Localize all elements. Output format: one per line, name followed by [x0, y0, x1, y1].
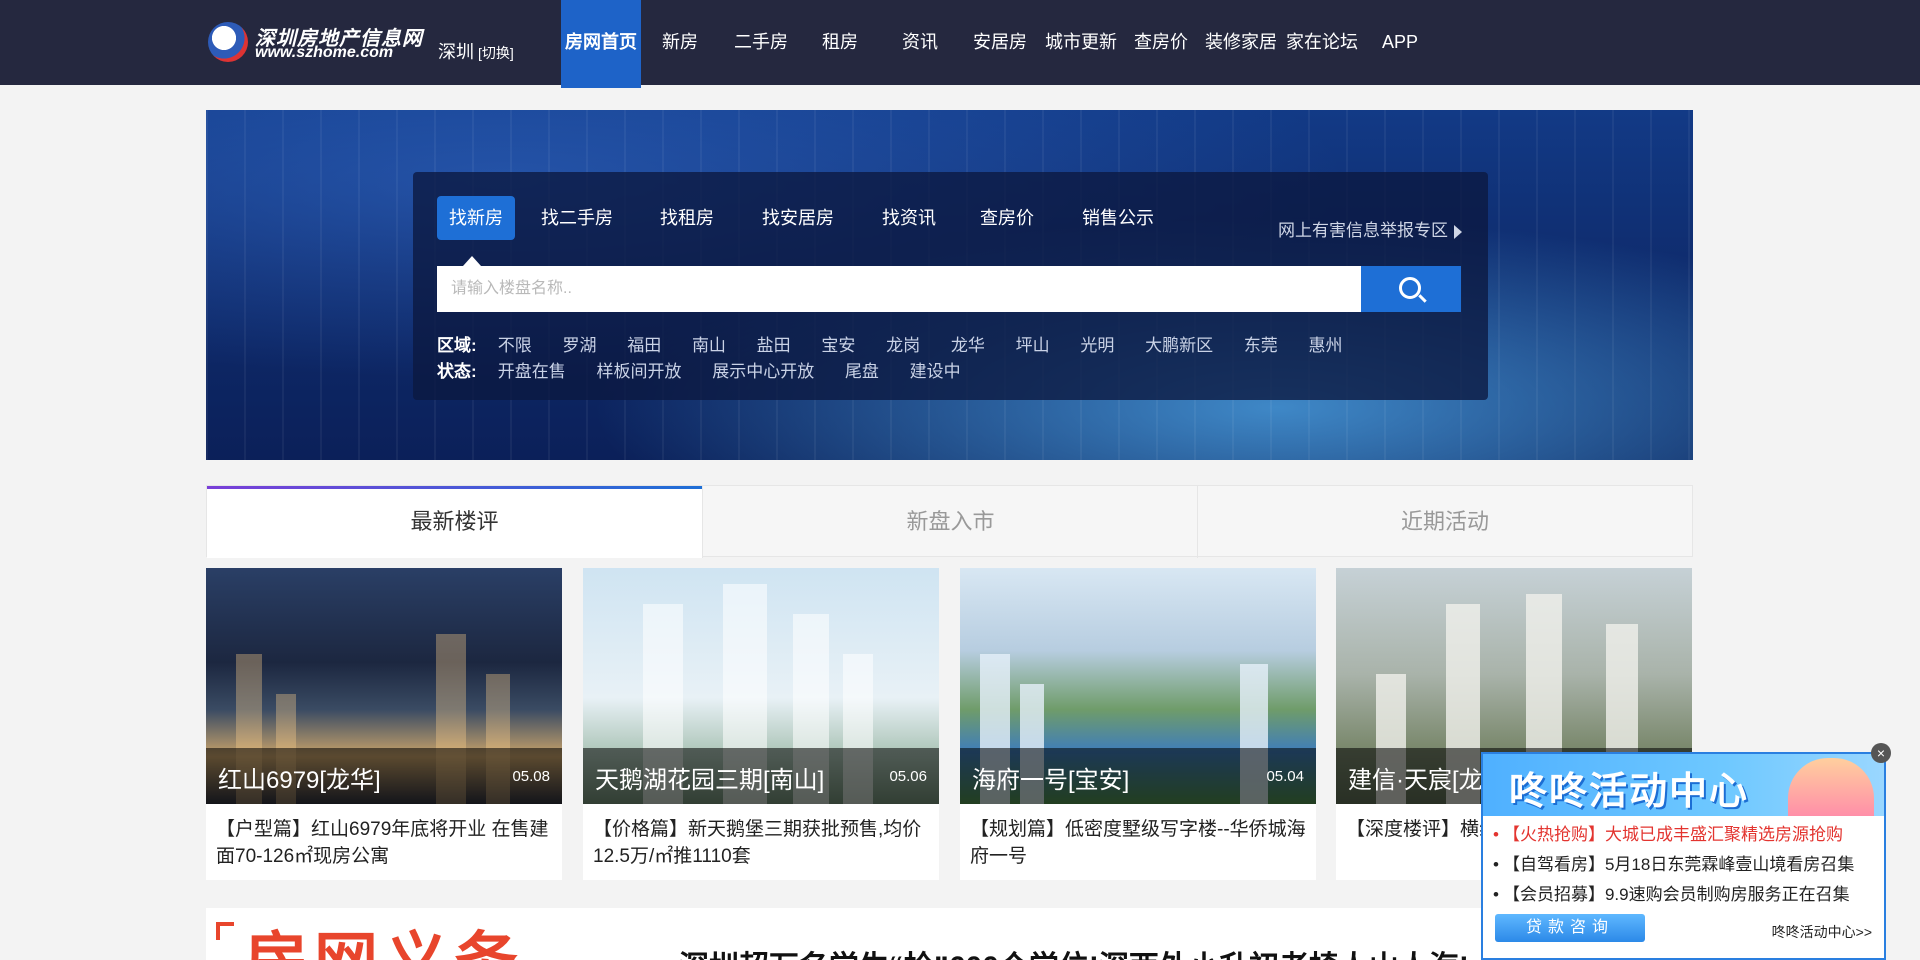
activity-item[interactable]: • 【火热抢购】大城已成丰盛汇聚精选房源抢购: [1493, 820, 1843, 845]
property-photo: 红山6979[龙华] 05.08: [206, 568, 562, 804]
region-futian[interactable]: 福田: [627, 334, 661, 358]
szhome-logo-icon[interactable]: [208, 22, 248, 62]
article-headline[interactable]: 【价格篇】新天鹅堡三期获批预售,均价12.5万/㎡推1110套: [593, 816, 933, 870]
nav-new-homes[interactable]: 新房: [652, 0, 708, 85]
activity-center-popup: 咚咚活动中心 • 【火热抢购】大城已成丰盛汇聚精选房源抢购 • 【自驾看房】5月18…: [1481, 752, 1886, 960]
harmful-info-report-link[interactable]: 网上有害信息举报专区: [1278, 216, 1462, 241]
bullet-icon: •: [1493, 825, 1499, 844]
bullet-icon: •: [1493, 855, 1499, 874]
status-final-units[interactable]: 尾盘: [845, 360, 879, 384]
activity-text: 【自驾看房】5月18日东莞霖峰壹山境看房召集: [1502, 855, 1855, 874]
region-pingshan[interactable]: 坪山: [1016, 334, 1050, 358]
status-filter-row: 状态: 开盘在售 样板间开放 展示中心开放 尾盘 建设中: [437, 360, 987, 384]
publish-date: 05.04: [1266, 768, 1304, 785]
search-button[interactable]: [1361, 266, 1461, 312]
region-label: 区域:: [437, 336, 477, 355]
search-panel: 找新房 找二手房 找租房 找安居房 找资讯 查房价 销售公示 网上有害信息举报专…: [413, 172, 1488, 400]
publish-date: 05.06: [889, 768, 927, 785]
property-title: 海府一号[宝安]: [972, 767, 1130, 794]
news-card[interactable]: 天鹅湖花园三期[南山] 05.06 【价格篇】新天鹅堡三期获批预售,均价12.5…: [583, 568, 939, 880]
tab-recent-events[interactable]: 近期活动: [1198, 486, 1692, 558]
property-search-input[interactable]: [437, 266, 1361, 312]
nav-rental[interactable]: 租房: [812, 0, 868, 85]
search-tab-price[interactable]: 查房价: [968, 196, 1046, 240]
search-tab-second-hand[interactable]: 找二手房: [529, 196, 625, 240]
section-logo: 房网义务: [244, 930, 524, 960]
current-city: 深圳: [438, 42, 474, 62]
featured-headline[interactable]: • 深圳超万名学生“抢”600个学位!深西外小升初老椅人山人海!: [660, 942, 1469, 960]
region-baoan[interactable]: 宝安: [821, 334, 855, 358]
activity-center-link[interactable]: 咚咚活动中心>>: [1772, 922, 1872, 942]
popup-title: 咚咚活动中心: [1509, 771, 1750, 813]
region-longhua[interactable]: 龙华: [951, 334, 985, 358]
activity-item[interactable]: • 【自驾看房】5月18日东莞霖峰壹山境看房召集: [1493, 850, 1854, 875]
photo-caption: 天鹅湖花园三期[南山] 05.06: [583, 748, 939, 804]
site-logo-url[interactable]: www.szhome.com: [255, 44, 393, 62]
region-filter-row: 区域: 不限 罗湖 福田 南山 盐田 宝安 龙岗 龙华 坪山 光明 大鹏新区 东…: [437, 334, 1369, 358]
loan-consult-button[interactable]: 贷款咨询: [1495, 914, 1645, 942]
report-link-label: 网上有害信息举报专区: [1278, 221, 1448, 240]
photo-caption: 红山6979[龙华] 05.08: [206, 748, 562, 804]
corner-bracket-icon: [216, 922, 234, 940]
nav-home[interactable]: 房网首页: [561, 0, 641, 88]
nav-affordable-housing[interactable]: 安居房: [967, 0, 1033, 85]
publish-date: 05.08: [512, 768, 550, 785]
nav-price-check[interactable]: 查房价: [1128, 0, 1194, 85]
property-photo: 天鹅湖花园三期[南山] 05.06: [583, 568, 939, 804]
nav-decoration[interactable]: 装修家居: [1203, 0, 1279, 85]
arrow-right-icon: [1454, 224, 1462, 239]
nav-app[interactable]: APP: [1374, 0, 1426, 85]
bullet-icon: •: [1493, 885, 1499, 904]
region-guangming[interactable]: 光明: [1080, 334, 1114, 358]
search-icon-handle: [1418, 294, 1427, 303]
search-tab-rental[interactable]: 找租房: [648, 196, 726, 240]
nav-news[interactable]: 资讯: [892, 0, 948, 85]
article-headline[interactable]: 【规划篇】低密度墅级写字楼--华侨城海府一号: [970, 816, 1310, 870]
search-tab-affordable[interactable]: 找安居房: [750, 196, 846, 240]
status-on-sale[interactable]: 开盘在售: [498, 360, 566, 384]
property-title: 建信·天宸[龙: [1348, 767, 1483, 794]
property-title: 红山6979[龙华]: [218, 767, 381, 794]
nav-urban-renewal[interactable]: 城市更新: [1043, 0, 1119, 85]
search-tab-sales-notice[interactable]: 销售公示: [1070, 196, 1166, 240]
property-photo: 海府一号[宝安] 05.04: [960, 568, 1316, 804]
active-tab-pointer: [463, 256, 481, 266]
region-huizhou[interactable]: 惠州: [1309, 334, 1343, 358]
region-dongguan[interactable]: 东莞: [1244, 334, 1278, 358]
region-luohu[interactable]: 罗湖: [562, 334, 596, 358]
tab-new-listings[interactable]: 新盘入市: [703, 486, 1198, 558]
status-under-construction[interactable]: 建设中: [910, 360, 961, 384]
photo-caption: 海府一号[宝安] 05.04: [960, 748, 1316, 804]
popup-close-icon[interactable]: ×: [1871, 743, 1891, 763]
property-title: 天鹅湖花园三期[南山]: [595, 767, 825, 794]
status-label: 状态:: [437, 362, 477, 381]
city-switch-link[interactable]: [切换]: [478, 45, 514, 61]
popup-header: 咚咚活动中心: [1483, 754, 1884, 816]
activity-item[interactable]: • 【会员招募】9.9速购会员制购房服务正在召集: [1493, 880, 1850, 905]
activity-text: 【火热抢购】大城已成丰盛汇聚精选房源抢购: [1502, 825, 1843, 844]
news-card[interactable]: 海府一号[宝安] 05.04 【规划篇】低密度墅级写字楼--华侨城海府一号: [960, 568, 1316, 880]
nav-forum[interactable]: 家在论坛: [1284, 0, 1360, 85]
headline-banner: 房网义务 • 深圳超万名学生“抢”600个学位!深西外小升初老椅人山人海!: [206, 908, 1693, 960]
search-tab-news[interactable]: 找资讯: [870, 196, 948, 240]
search-tab-new-homes[interactable]: 找新房: [437, 196, 515, 240]
article-headline[interactable]: 【户型篇】红山6979年底将开业 在售建面70-126㎡现房公寓: [216, 816, 556, 870]
status-showroom-open[interactable]: 展示中心开放: [712, 360, 814, 384]
activity-text: 【会员招募】9.9速购会员制购房服务正在召集: [1502, 885, 1850, 904]
content-tabs: 最新楼评 新盘入市 近期活动: [206, 485, 1693, 558]
news-card[interactable]: 红山6979[龙华] 05.08 【户型篇】红山6979年底将开业 在售建面70…: [206, 568, 562, 880]
hero-banner: 找新房 找二手房 找租房 找安居房 找资讯 查房价 销售公示 网上有害信息举报专…: [206, 110, 1693, 460]
cartoon-kids-illustration: [1788, 758, 1874, 816]
city-selector[interactable]: 深圳 [切换]: [438, 38, 514, 64]
nav-second-hand[interactable]: 二手房: [724, 0, 798, 85]
top-navigation-bar: 深圳房地产信息网 www.szhome.com 深圳 [切换] 房网首页 新房 二…: [0, 0, 1920, 88]
region-yantian[interactable]: 盐田: [757, 334, 791, 358]
tab-latest-reviews[interactable]: 最新楼评: [207, 486, 702, 558]
region-nanshan[interactable]: 南山: [692, 334, 726, 358]
status-model-unit-open[interactable]: 样板间开放: [596, 360, 681, 384]
region-longgang[interactable]: 龙岗: [886, 334, 920, 358]
region-dapeng[interactable]: 大鹏新区: [1145, 334, 1213, 358]
region-all[interactable]: 不限: [498, 334, 532, 358]
